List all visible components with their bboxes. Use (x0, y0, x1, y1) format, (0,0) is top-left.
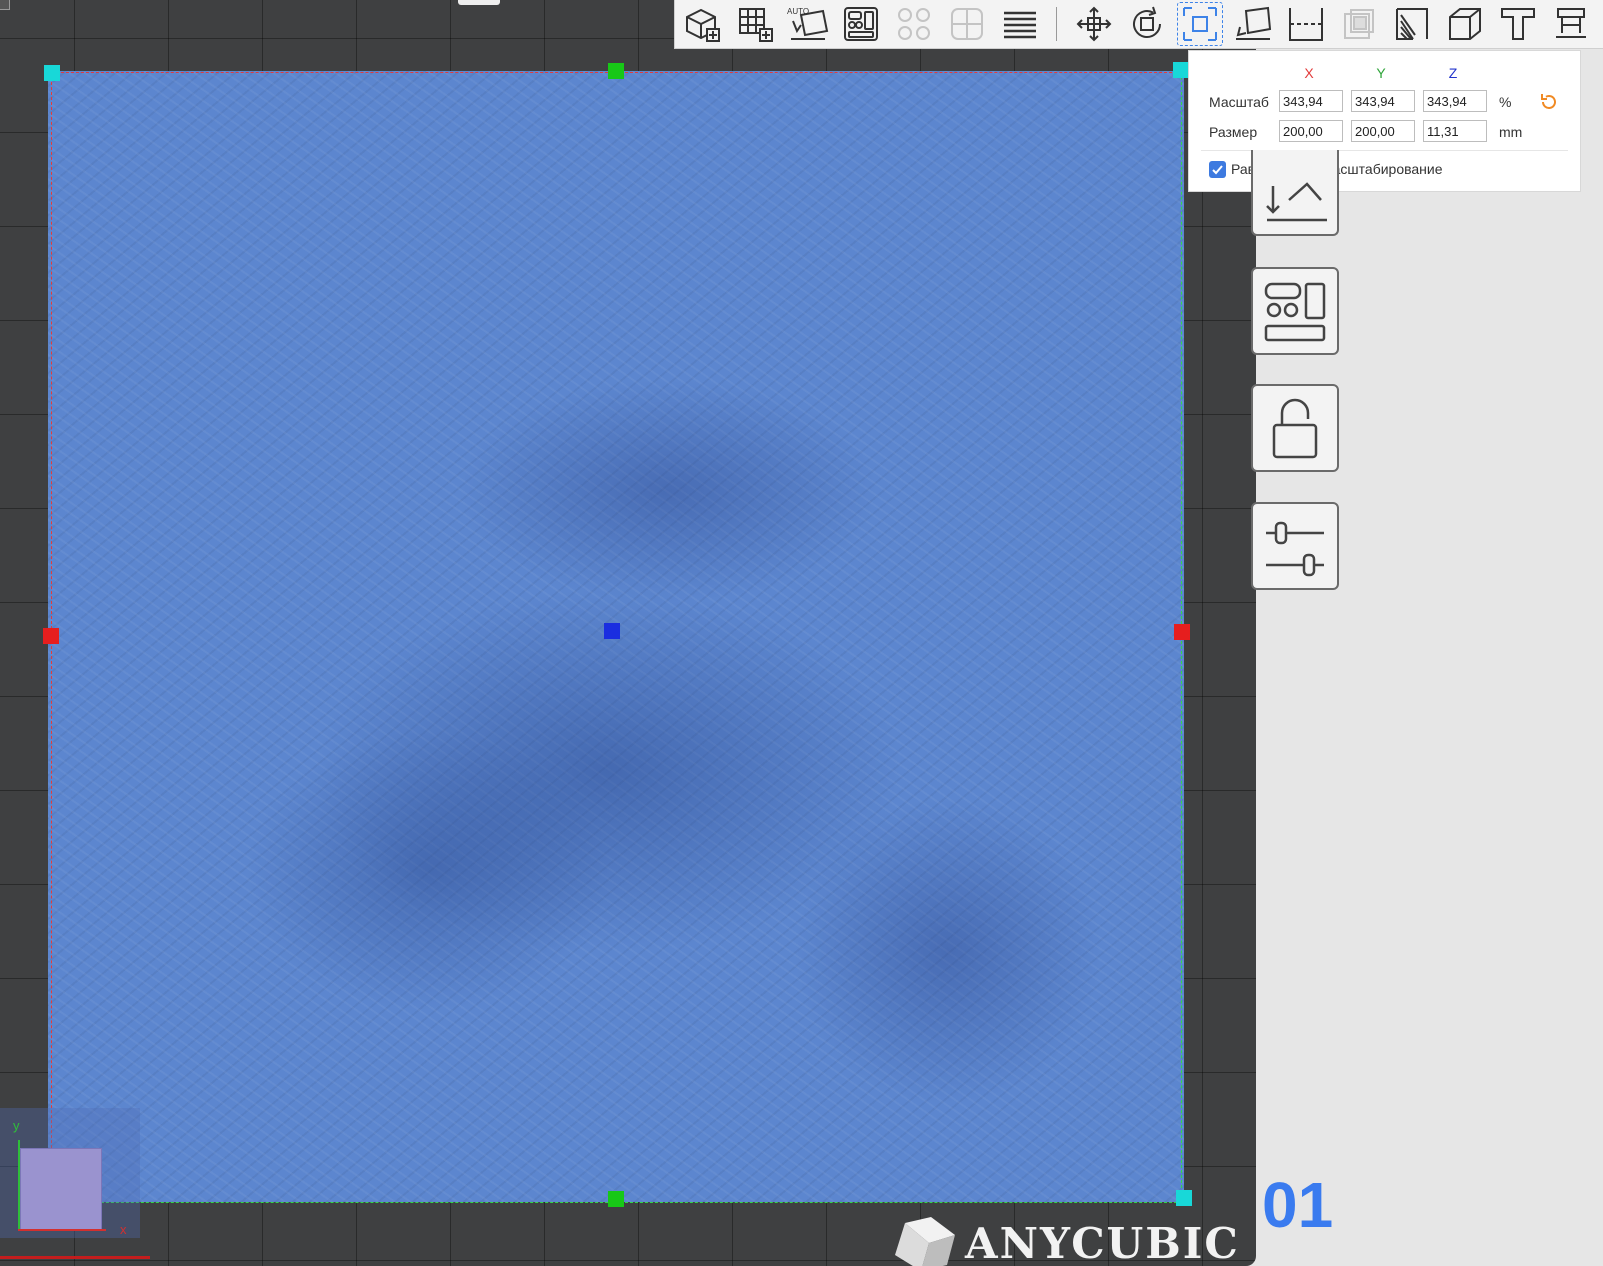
y-axis-label: y (13, 1118, 20, 1133)
size-y-input[interactable] (1351, 120, 1415, 142)
split-icon (891, 2, 937, 46)
scale-icon[interactable] (1177, 2, 1223, 46)
top-toolbar: AUTO (674, 0, 1603, 49)
drop-to-bed-icon (1266, 182, 1327, 222)
reset-icon[interactable] (1539, 92, 1559, 112)
add-cube-icon[interactable] (679, 2, 725, 46)
size-label: Размер (1209, 124, 1258, 140)
x-axis-line (18, 1229, 106, 1231)
stand-icon[interactable] (1548, 2, 1594, 46)
text-icon[interactable] (1495, 2, 1541, 46)
settings-button[interactable] (1251, 502, 1339, 590)
rotate-icon[interactable] (1124, 2, 1170, 46)
edge-handle-left[interactable] (43, 628, 59, 644)
scale-label: Масштаб (1209, 94, 1269, 110)
grid-add-icon[interactable] (732, 2, 778, 46)
plate-number: 01 (1262, 1169, 1334, 1241)
edge-handle-top[interactable] (608, 63, 624, 79)
layout-icon[interactable] (838, 2, 884, 46)
brand-name: ANYCUBIC (965, 1218, 1240, 1266)
arrange-button[interactable] (1251, 267, 1339, 355)
measure-icon[interactable] (1442, 2, 1488, 46)
uniform-scaling-checkbox[interactable] (1209, 161, 1226, 178)
viewport-3d[interactable]: y x ANYCUBIC (0, 0, 1256, 1266)
edge-handle-bottom[interactable] (608, 1191, 624, 1207)
lay-flat-icon[interactable] (1230, 2, 1276, 46)
orientation-cube[interactable] (20, 1148, 102, 1230)
y-axis-line (18, 1140, 20, 1230)
corner-handle-top-right[interactable] (1173, 62, 1189, 78)
x-header: X (1304, 65, 1314, 81)
corner-handle-bottom-right[interactable] (1176, 1190, 1192, 1206)
z-header: Z (1448, 65, 1458, 81)
merge-icon (944, 2, 990, 46)
cut-icon[interactable] (1283, 2, 1329, 46)
sliders-icon (1266, 521, 1324, 577)
lock-button[interactable] (1251, 384, 1339, 472)
corner-handle-top-left[interactable] (44, 65, 60, 81)
brand-logo: ANYCUBIC (885, 1217, 1240, 1266)
collapse-tab[interactable] (0, 0, 10, 10)
hollow-icon (1336, 2, 1382, 46)
size-x-input[interactable] (1279, 120, 1343, 142)
y-header: Y (1376, 65, 1386, 81)
drop-to-bed-button[interactable] (1251, 150, 1339, 236)
layers-icon[interactable] (997, 2, 1043, 46)
unlock-icon (1272, 398, 1318, 459)
support-icon[interactable] (1389, 2, 1435, 46)
scale-panel: X Y Z Масштаб % Размер mm Равномерное ма… (1188, 50, 1581, 192)
x-axis-label: x (120, 1222, 127, 1237)
edge-handle-right[interactable] (1174, 624, 1190, 640)
checkmark-icon (1212, 165, 1223, 175)
scale-y-input[interactable] (1351, 90, 1415, 112)
scale-unit: % (1499, 94, 1512, 110)
viewport-notch (458, 0, 500, 5)
auto-orient-icon[interactable]: AUTO (785, 2, 831, 46)
arrange-icon (1264, 282, 1326, 342)
center-handle[interactable] (604, 623, 620, 639)
scale-x-input[interactable] (1279, 90, 1343, 112)
size-unit: mm (1499, 124, 1523, 140)
size-z-input[interactable] (1423, 120, 1487, 142)
scale-z-input[interactable] (1423, 90, 1487, 112)
x-axis-arrow (0, 1256, 150, 1259)
toolbar-separator (1056, 7, 1057, 41)
move-icon[interactable] (1071, 2, 1117, 46)
anycubic-cube-icon (895, 1217, 955, 1266)
